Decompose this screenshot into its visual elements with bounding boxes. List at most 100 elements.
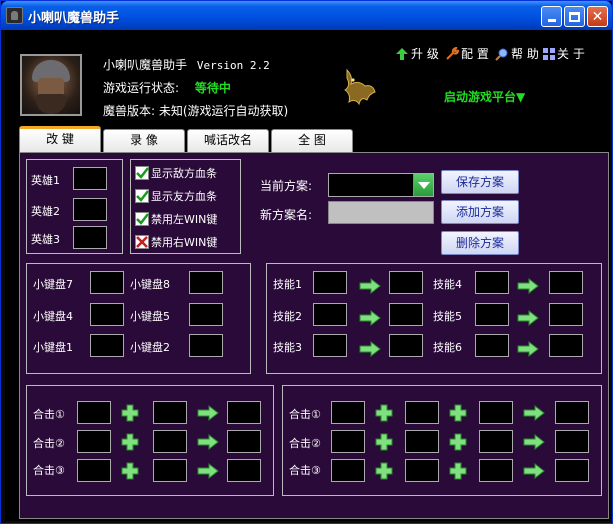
combo-key-box[interactable] [153, 401, 187, 424]
combo-key-box[interactable] [405, 401, 439, 424]
title-bar[interactable]: 小喇叭魔兽助手 ✕ [1, 1, 612, 30]
disable-left-win-checkbox[interactable]: 禁用左WIN键 [135, 211, 217, 227]
hero-key-box[interactable] [73, 198, 107, 221]
skill-target-box[interactable] [389, 334, 423, 357]
skill-target-box[interactable] [549, 334, 583, 357]
show-ally-hp-checkbox[interactable]: 显示友方血条 [135, 188, 217, 204]
keypad-label: 小键盘8 [130, 278, 170, 291]
skill-source-box[interactable] [313, 271, 347, 294]
combo-label: 合击③ [33, 464, 65, 477]
menu-upgrade[interactable]: 升 级 [395, 45, 439, 62]
skill-source-box[interactable] [313, 334, 347, 357]
status-label: 游戏运行状态: [103, 81, 180, 95]
combo-result-box[interactable] [227, 430, 261, 453]
keypad-key-box[interactable] [90, 303, 124, 326]
skill-target-box[interactable] [549, 271, 583, 294]
combo-key-box[interactable] [331, 401, 365, 424]
combo-result-box[interactable] [555, 430, 589, 453]
maximize-button[interactable] [564, 6, 585, 27]
show-enemy-hp-checkbox[interactable]: 显示敌方血条 [135, 165, 217, 181]
tab-replay[interactable]: 录 像 [103, 129, 185, 152]
launch-platform-link[interactable]: 启动游戏平台▼ [444, 88, 525, 105]
combo-key-box[interactable] [331, 459, 365, 482]
combo-key-box[interactable] [405, 430, 439, 453]
hero-key-box[interactable] [73, 167, 107, 190]
menu-help[interactable]: 帮 助 [495, 45, 539, 62]
combo-key-box[interactable] [479, 430, 513, 453]
app-name-line: 小喇叭魔兽助手 Version 2.2 [103, 56, 270, 73]
combo-result-box[interactable] [555, 401, 589, 424]
up-arrow-icon [396, 47, 408, 60]
hero-key-box[interactable] [73, 226, 107, 249]
close-button[interactable]: ✕ [587, 6, 608, 27]
new-scheme-label: 新方案名: [260, 208, 313, 222]
combo-label: 合击③ [289, 464, 321, 477]
skill-source-box[interactable] [475, 271, 509, 294]
arrow-right-icon [359, 278, 381, 294]
arrow-right-icon [517, 341, 539, 357]
add-scheme-button[interactable]: 添加方案 [441, 200, 519, 224]
keypad-key-box[interactable] [189, 334, 223, 357]
combo-key-box[interactable] [153, 459, 187, 482]
combo-key-box[interactable] [479, 401, 513, 424]
magnifier-icon [495, 48, 508, 61]
combo-key-box[interactable] [77, 430, 111, 453]
combo-key-box[interactable] [479, 459, 513, 482]
combo-label: 合击② [289, 437, 321, 450]
current-scheme-label: 当前方案: [260, 179, 313, 193]
combo-result-box[interactable] [227, 401, 261, 424]
skill-source-box[interactable] [475, 303, 509, 326]
chevron-down-icon[interactable] [413, 174, 433, 196]
disable-right-win-checkbox[interactable]: 禁用右WIN键 [135, 234, 217, 250]
skill-source-box[interactable] [313, 303, 347, 326]
hero-label: 英雄1 [31, 174, 60, 187]
skill-target-box[interactable] [549, 303, 583, 326]
arrow-right-icon [197, 463, 219, 479]
combo-key-box[interactable] [77, 459, 111, 482]
keypad-label: 小键盘2 [130, 341, 170, 354]
tab-maphack[interactable]: 全 图 [271, 129, 353, 152]
keypad-label: 小键盘1 [33, 341, 73, 354]
arrow-right-icon [523, 434, 545, 450]
tab-keys[interactable]: 改 键 [19, 126, 101, 152]
app-window: 小喇叭魔兽助手 ✕ 小喇叭魔兽助手 Version 2.2 游戏运行状态: 等待… [0, 0, 613, 524]
skill-label: 技能1 [273, 278, 302, 291]
status-value: 等待中 [194, 81, 231, 95]
tab-rename[interactable]: 喊话改名 [187, 129, 269, 152]
keypad-label: 小键盘5 [130, 310, 170, 323]
combo-key-box[interactable] [405, 459, 439, 482]
keypad-key-box[interactable] [90, 334, 124, 357]
delete-scheme-button[interactable]: 删除方案 [441, 231, 519, 255]
menu-help-label: 帮 助 [511, 47, 539, 61]
plus-icon [449, 462, 467, 480]
new-scheme-input[interactable] [328, 201, 434, 224]
scheme-select[interactable] [328, 173, 434, 197]
combo-key-box[interactable] [331, 430, 365, 453]
menu-about[interactable]: 关 于 [543, 45, 585, 62]
skill-label: 技能2 [273, 310, 302, 323]
skill-target-box[interactable] [389, 271, 423, 294]
minimize-button[interactable] [541, 6, 562, 27]
disable-left-win-label: 禁用左WIN键 [151, 213, 218, 226]
menu-config[interactable]: 配 置 [445, 45, 489, 62]
arrow-right-icon [517, 310, 539, 326]
menu-upgrade-label: 升 级 [411, 47, 439, 61]
hero-label: 英雄3 [31, 233, 60, 246]
arrow-right-icon [523, 463, 545, 479]
combo-key-box[interactable] [77, 401, 111, 424]
save-scheme-button[interactable]: 保存方案 [441, 170, 519, 194]
keypad-key-box[interactable] [90, 271, 124, 294]
skill-target-box[interactable] [389, 303, 423, 326]
window-title: 小喇叭魔兽助手 [28, 11, 120, 26]
cross-icon [135, 235, 149, 249]
combo-result-box[interactable] [555, 459, 589, 482]
hero-label: 英雄2 [31, 205, 60, 218]
skill-label: 技能6 [433, 341, 462, 354]
keypad-key-box[interactable] [189, 271, 223, 294]
keypad-key-box[interactable] [189, 303, 223, 326]
combo-result-box[interactable] [227, 459, 261, 482]
combo-key-box[interactable] [153, 430, 187, 453]
hero-avatar [20, 54, 82, 116]
skill-source-box[interactable] [475, 334, 509, 357]
show-enemy-hp-label: 显示敌方血条 [151, 167, 217, 180]
